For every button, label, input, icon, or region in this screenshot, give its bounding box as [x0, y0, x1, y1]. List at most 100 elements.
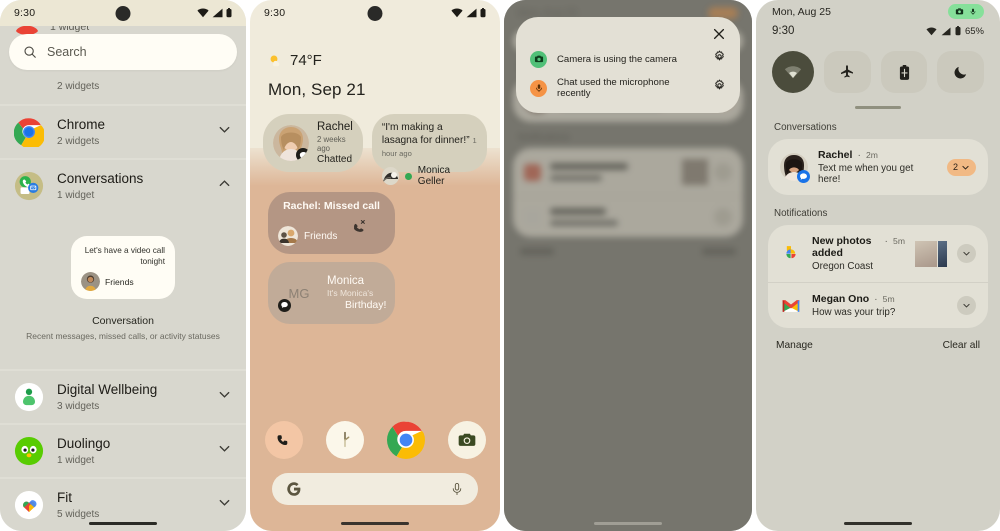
privacy-dialog[interactable]: Camera is using the camera Chat used the…	[516, 17, 740, 113]
notification-thumbnails	[915, 240, 947, 267]
phone-panel-home-screen: 9:30 74°F Mon, Sep 21 Rachel 2 weeks ago…	[250, 0, 500, 531]
chip-person: Monica Geller	[381, 165, 477, 187]
expand-button[interactable]	[957, 296, 976, 315]
widget-monica-text: Monica It's Monica's Birthday!	[278, 275, 387, 312]
blurred-footer	[504, 237, 752, 266]
dock-app-phone[interactable]	[264, 421, 303, 459]
avatar	[780, 153, 810, 183]
blurred-chevron	[714, 208, 732, 226]
widget-status-text: Birthday!	[345, 299, 387, 311]
privacy-item-camera[interactable]: Camera is using the camera	[530, 50, 726, 68]
widget-footer: Friends	[278, 226, 337, 246]
dock-app-camera[interactable]	[447, 421, 486, 459]
gear-icon[interactable]	[713, 79, 726, 97]
conversation-chip-monica[interactable]: “I'm making a lasagna for dinner!” 1 hou…	[371, 114, 487, 187]
messages-icon	[797, 170, 810, 183]
chevron-down-icon	[963, 251, 970, 256]
notification-title-row: Megan Ono · 5m	[812, 293, 947, 305]
widget-group-text: Conversations 1 widget	[57, 171, 204, 201]
thumbnail-image	[938, 240, 947, 267]
status-icons	[197, 8, 232, 18]
shade-footer: Manage Clear all	[756, 328, 1000, 351]
widget-group-text: Duolingo 1 widget	[57, 436, 204, 466]
privacy-chip[interactable]	[948, 4, 984, 19]
date-widget[interactable]: Mon, Sep 21	[268, 80, 366, 100]
blurred-thumbnail	[682, 159, 708, 185]
widget-group-row-chrome[interactable]: Chrome 2 widgets	[0, 106, 246, 158]
widget-group-text: Fit 5 widgets	[57, 490, 204, 520]
notification-row-gmail[interactable]: Megan Ono · 5m How was your trip?	[768, 282, 988, 328]
tile-do-not-disturb[interactable]	[937, 51, 985, 93]
chevron-down-icon[interactable]	[217, 441, 232, 461]
conversations-card: Rachel · 2m Text me when you get here! 2	[768, 139, 988, 195]
chip-action: Chatted	[317, 154, 353, 166]
privacy-item-microphone[interactable]: Chat used the microphone recently	[530, 77, 726, 99]
navigation-handle[interactable]	[341, 522, 409, 525]
shade-drag-handle[interactable]	[855, 106, 901, 109]
widget-group-row-conversations[interactable]: Conversations 1 widget	[0, 160, 246, 212]
chevron-down-icon[interactable]	[217, 387, 232, 407]
weather-widget[interactable]: 74°F	[268, 52, 322, 69]
conversation-widget-missed-call[interactable]: Rachel: Missed call Friends	[268, 192, 395, 254]
tile-airplane-mode[interactable]	[824, 51, 871, 93]
widget-group-row-duolingo[interactable]: Duolingo 1 widget	[0, 424, 246, 477]
status-clock: 9:30	[14, 7, 36, 19]
preview-person-name: Friends	[105, 276, 134, 287]
blurred-notification-row	[513, 196, 743, 237]
chevron-down-icon[interactable]	[217, 122, 232, 142]
moon-icon	[954, 66, 966, 79]
battery-icon	[955, 26, 961, 36]
dock-app-clock[interactable]	[325, 421, 364, 459]
navigation-handle[interactable]	[844, 522, 912, 525]
notification-count-badge[interactable]: 2	[946, 158, 976, 176]
notification-row-photos[interactable]: New photos added · 5m Oregon Coast	[768, 225, 988, 282]
shade-time: 9:30	[772, 25, 795, 37]
conversation-chips: Rachel 2 weeks ago Chatted “I'm making a…	[263, 114, 487, 187]
battery-icon	[226, 8, 232, 18]
status-icons	[451, 8, 486, 18]
notification-text: Text me when you get here!	[818, 163, 914, 185]
shade-time-row: 9:30 65%	[756, 19, 1000, 37]
status-clock: 9:30	[264, 7, 286, 19]
widget-name: Monica	[327, 275, 365, 287]
weather-temperature: 74°F	[290, 52, 322, 69]
microphone-icon	[530, 79, 547, 97]
blurred-title-line	[550, 208, 606, 215]
shade-date: Mon, Aug 25	[772, 5, 831, 18]
preview-caption-title: Conversation	[92, 315, 154, 328]
widget-group-title: Duolingo	[57, 435, 111, 451]
digital-wellbeing-icon	[14, 382, 44, 412]
dock-app-chrome[interactable]	[386, 421, 425, 459]
chevron-down-icon	[963, 303, 970, 308]
conversation-widget-monica[interactable]: MG Monica It's Monica's Birthday!	[268, 262, 395, 324]
screen-widget-picker: 9:30 1 widget 2 widgets Chrome 2 widgets…	[0, 0, 246, 531]
manage-button[interactable]: Manage	[776, 340, 813, 351]
chevron-down-icon[interactable]	[217, 495, 232, 515]
microphone-icon[interactable]	[450, 482, 464, 496]
conversation-chip-rachel[interactable]: Rachel 2 weeks ago Chatted	[263, 114, 363, 172]
widget-group-list[interactable]: 1 widget 2 widgets Chrome 2 widgets Conv…	[0, 26, 246, 531]
tile-battery-saver[interactable]	[880, 51, 928, 93]
blurred-section-label: Notifications	[518, 132, 570, 143]
conversation-notification-rachel[interactable]: Rachel · 2m Text me when you get here! 2	[768, 139, 988, 195]
navigation-handle[interactable]	[89, 522, 157, 525]
conversation-widget-preview[interactable]: Let's have a video call tonight Friends	[71, 236, 175, 300]
notification-title-row: New photos added · 5m	[812, 235, 905, 259]
notification-title: New photos added	[812, 235, 872, 259]
tile-internet[interactable]	[772, 51, 814, 93]
chevron-up-icon[interactable]	[217, 176, 232, 196]
expand-button[interactable]	[957, 244, 976, 263]
status-bar: 9:30	[0, 0, 246, 26]
chip-quote-text: “I'm making a lasagna for dinner!”	[381, 122, 470, 146]
navigation-handle[interactable]	[594, 522, 662, 525]
widget-group-row-digital-wellbeing[interactable]: Digital Wellbeing 3 widgets	[0, 370, 246, 423]
search-input[interactable]: Search	[9, 34, 237, 70]
close-button[interactable]	[530, 27, 726, 41]
camera-punch-hole	[115, 6, 131, 21]
widget-group-title: Digital Wellbeing	[57, 381, 158, 397]
clear-all-button[interactable]: Clear all	[943, 340, 980, 351]
google-search-bar[interactable]	[272, 473, 478, 505]
gear-icon[interactable]	[713, 50, 726, 68]
chip-quote: “I'm making a lasagna for dinner!” 1 hou…	[382, 122, 477, 160]
widget-title: Rachel: Missed call	[283, 200, 380, 212]
